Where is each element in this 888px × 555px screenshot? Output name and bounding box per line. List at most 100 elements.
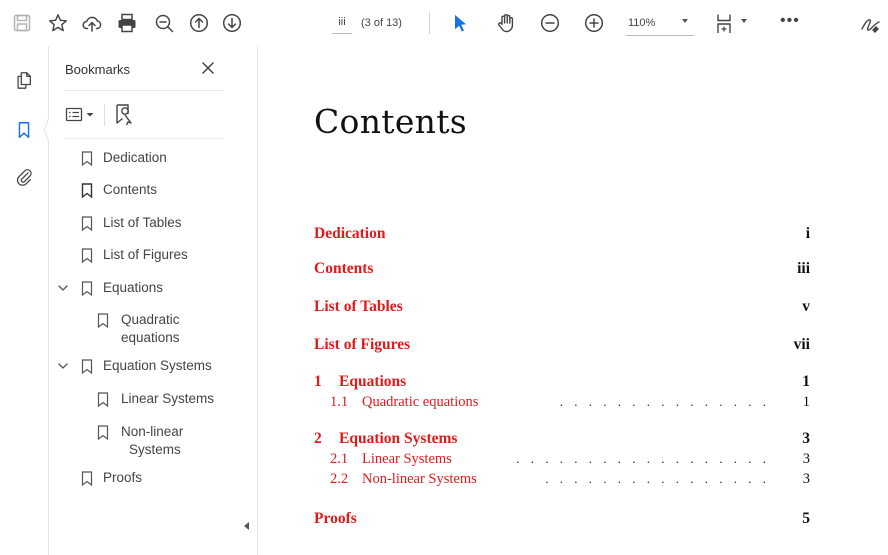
- toc-title: List of Tables: [314, 298, 403, 315]
- bookmark-equation-systems[interactable]: Equation Systems: [57, 357, 237, 379]
- toc-page: 3: [802, 471, 810, 487]
- toc-number: 2: [314, 430, 322, 447]
- toc-entry-proofs[interactable]: Proofs 5: [314, 510, 810, 528]
- toc-number: 2.2: [330, 471, 349, 487]
- page-number-input[interactable]: iii: [332, 14, 352, 34]
- bookmark-options-button[interactable]: [65, 105, 97, 125]
- toc-leader-dots: . . . . . . . . . . . . . . . . . .: [516, 451, 770, 466]
- zoom-search-icon[interactable]: [152, 11, 176, 35]
- toc-entry-contents[interactable]: Contents iii: [314, 260, 810, 278]
- bookmark-list-of-tables[interactable]: List of Tables: [81, 214, 241, 236]
- new-bookmark-icon[interactable]: [111, 101, 137, 127]
- bookmark-label: Equations: [103, 280, 164, 295]
- printer-icon[interactable]: [115, 11, 139, 35]
- fit-page-icon[interactable]: [712, 11, 736, 35]
- arrow-up-circle-icon[interactable]: [187, 11, 211, 35]
- bookmark-label: Proofs: [103, 470, 143, 485]
- minus-circle-icon[interactable]: [538, 11, 562, 35]
- toc-leader-dots: . . . . . . . . . . . . . . . .: [545, 471, 770, 486]
- toc-page: 3: [802, 451, 810, 467]
- attachments-icon[interactable]: [12, 164, 36, 188]
- bookmark-linear-systems[interactable]: Linear Systems: [97, 390, 237, 412]
- toc-title: Contents: [314, 260, 374, 277]
- toc-entry-quadratic-equations[interactable]: 1.1 Quadratic equations . . . . . . . . …: [314, 394, 810, 412]
- chevron-down-icon[interactable]: [682, 19, 688, 23]
- chevron-down-icon[interactable]: [57, 360, 69, 372]
- toc-entry-non-linear-systems[interactable]: 2.2 Non-linear Systems . . . . . . . . .…: [314, 471, 810, 489]
- pointer-arrow-icon[interactable]: [448, 11, 472, 35]
- panel-toolbar-divider: [104, 104, 105, 126]
- bookmark-list-of-figures[interactable]: List of Figures: [81, 246, 241, 268]
- panel-divider: [64, 90, 224, 91]
- toc-title: Proofs: [314, 510, 357, 527]
- zoom-field-underline: [626, 35, 694, 36]
- bookmark-dedication[interactable]: Dedication: [81, 149, 241, 171]
- bookmark-star-icon[interactable]: [46, 11, 70, 35]
- chevron-left-icon: [243, 522, 249, 530]
- close-icon[interactable]: [199, 59, 217, 77]
- panel-title: Bookmarks: [65, 62, 131, 77]
- toc-entry-list-of-figures[interactable]: List of Figures vii: [314, 336, 810, 354]
- bookmark-proofs[interactable]: Proofs: [81, 469, 241, 491]
- bookmark-label-line2: Systems: [129, 442, 181, 457]
- page-count: (3 of 13): [361, 17, 402, 29]
- toc-leader-dots: . . . . . . . . . . . . . . .: [559, 394, 770, 409]
- toc-title: Non-linear Systems: [362, 471, 477, 487]
- collapse-panel-button[interactable]: [234, 512, 258, 540]
- bookmark-quadratic-equations[interactable]: Quadratic equations: [97, 311, 237, 351]
- chevron-down-icon[interactable]: [57, 282, 69, 294]
- bookmark-label: Linear Systems: [121, 391, 215, 406]
- bookmark-non-linear-systems[interactable]: Non-linear Systems: [97, 423, 237, 463]
- toolbar-divider: [429, 12, 430, 34]
- navigation-rail: [0, 46, 50, 555]
- arrow-down-circle-icon[interactable]: [220, 11, 244, 35]
- toc-page: iii: [797, 260, 810, 277]
- toc-page: 1: [802, 373, 810, 390]
- bookmarks-panel: Bookmarks Dedication Contents List of Ta…: [49, 46, 258, 555]
- toc-entry-list-of-tables[interactable]: List of Tables v: [314, 298, 810, 316]
- toc-page: 1: [802, 394, 810, 410]
- toc-title: List of Figures: [314, 336, 411, 353]
- toc-page: vii: [793, 336, 810, 353]
- bookmark-label-line1: Non-linear: [121, 424, 184, 439]
- main-toolbar: iii (3 of 13) 110% •••: [0, 0, 888, 46]
- cloud-upload-icon[interactable]: [80, 11, 104, 35]
- save-icon[interactable]: [10, 11, 34, 35]
- bookmark-equations[interactable]: Equations: [57, 279, 237, 301]
- bookmarks-icon[interactable]: [12, 118, 36, 142]
- toc-page: i: [805, 225, 810, 242]
- bookmark-label-line1: Quadratic: [121, 312, 180, 327]
- sign-icon[interactable]: [858, 11, 882, 35]
- toc-entry-dedication[interactable]: Dedication i: [314, 225, 810, 243]
- bookmark-label: Contents: [103, 182, 158, 197]
- plus-circle-icon[interactable]: [582, 11, 606, 35]
- toc-entry-equation-systems[interactable]: 2 Equation Systems 3: [314, 430, 810, 448]
- toc-title: Quadratic equations: [362, 394, 479, 410]
- toc-title: Dedication: [314, 225, 386, 242]
- panel-divider-2: [64, 138, 224, 139]
- toc-entry-linear-systems[interactable]: 2.1 Linear Systems . . . . . . . . . . .…: [314, 451, 810, 469]
- toc-page: v: [802, 298, 810, 315]
- more-tools-button[interactable]: •••: [780, 12, 800, 30]
- bookmark-label: Equation Systems: [103, 358, 212, 373]
- toc-page: 5: [802, 510, 810, 527]
- document-page: Contents Dedication i Contents iii List …: [258, 46, 888, 555]
- bookmark-label: Dedication: [103, 150, 167, 165]
- toc-page: 3: [802, 430, 810, 447]
- toc-number: 2.1: [330, 451, 349, 467]
- page-heading: Contents: [314, 102, 468, 141]
- toc-entry-equations[interactable]: 1 Equations 1: [314, 373, 810, 391]
- fit-page-chevron-icon[interactable]: [741, 19, 747, 23]
- toc-title: Equation Systems: [339, 430, 458, 447]
- pages-icon[interactable]: [12, 68, 36, 92]
- toc-number: 1: [314, 373, 322, 390]
- toc-number: 1.1: [330, 394, 349, 410]
- hand-icon[interactable]: [494, 11, 518, 35]
- toc-title: Equations: [339, 373, 407, 390]
- zoom-level[interactable]: 110%: [628, 17, 655, 29]
- bookmark-contents[interactable]: Contents: [81, 181, 241, 203]
- bookmark-label: List of Figures: [103, 247, 188, 262]
- bookmark-label: List of Tables: [103, 215, 182, 230]
- toc-title: Linear Systems: [362, 451, 452, 467]
- bookmark-label-line2: equations: [121, 330, 180, 345]
